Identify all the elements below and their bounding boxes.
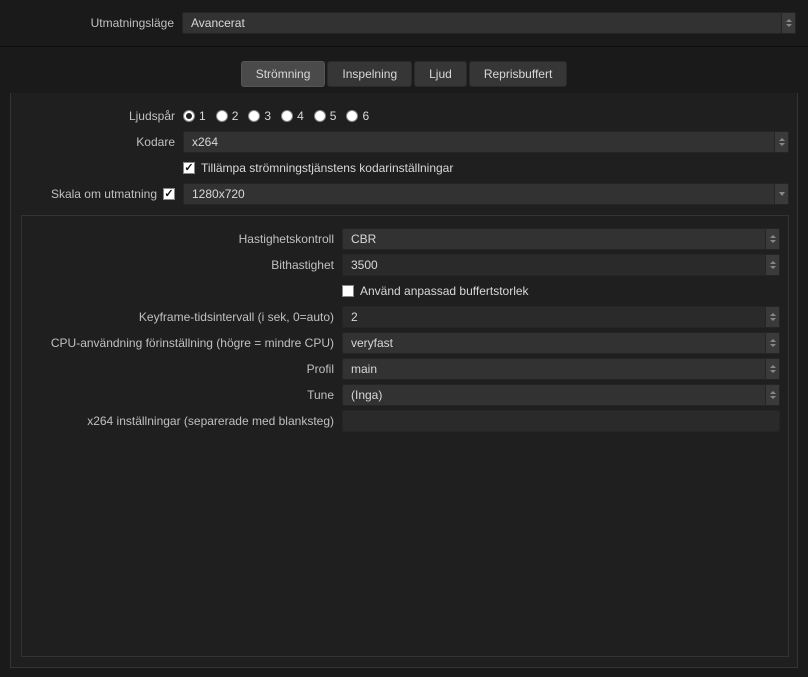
encoder-label: Kodare: [11, 135, 183, 149]
tab-recording[interactable]: Inspelning: [327, 61, 412, 87]
keyframe-input[interactable]: 2: [342, 306, 780, 328]
audio-track-5[interactable]: 5: [314, 109, 337, 123]
encoder-value: x264: [184, 135, 774, 149]
audio-track-2[interactable]: 2: [216, 109, 239, 123]
radio-icon: [248, 110, 260, 122]
rescale-select[interactable]: 1280x720: [183, 183, 789, 205]
audio-track-group: 1 2 3 4 5 6: [183, 109, 789, 123]
radio-label: 6: [362, 109, 369, 123]
chevron-down-icon[interactable]: [774, 184, 788, 204]
spinner-icon[interactable]: [765, 307, 779, 327]
spinner-icon[interactable]: [765, 333, 779, 353]
output-mode-bar: Utmatningsläge Avancerat: [0, 0, 808, 47]
enforce-encoder-settings[interactable]: Tillämpa strömningstjänstens kodarinstäl…: [183, 161, 789, 175]
keyframe-value: 2: [343, 310, 765, 324]
radio-label: 4: [297, 109, 304, 123]
output-mode-label: Utmatningsläge: [10, 16, 182, 30]
radio-label: 1: [199, 109, 206, 123]
cpu-preset-label: CPU-användning förinställning (högre = m…: [22, 336, 342, 350]
rescale-label: Skala om utmatning: [51, 187, 157, 201]
audio-track-1[interactable]: 1: [183, 109, 206, 123]
rate-control-select[interactable]: CBR: [342, 228, 780, 250]
spinner-icon[interactable]: [765, 229, 779, 249]
spinner-icon[interactable]: [765, 359, 779, 379]
enforce-encoder-label: Tillämpa strömningstjänstens kodarinstäl…: [201, 161, 453, 175]
radio-icon: [183, 110, 195, 122]
rate-control-value: CBR: [343, 232, 765, 246]
profile-select[interactable]: main: [342, 358, 780, 380]
cpu-preset-select[interactable]: veryfast: [342, 332, 780, 354]
bitrate-label: Bithastighet: [22, 258, 342, 272]
tune-select[interactable]: (Inga): [342, 384, 780, 406]
spinner-icon[interactable]: [774, 132, 788, 152]
encoder-settings-panel: Hastighetskontroll CBR Bithastighet 3500: [21, 215, 789, 657]
spinner-icon[interactable]: [765, 255, 779, 275]
spinner-icon[interactable]: [781, 13, 795, 33]
output-mode-value: Avancerat: [183, 16, 781, 30]
radio-label: 5: [330, 109, 337, 123]
profile-value: main: [343, 362, 765, 376]
bitrate-value: 3500: [343, 258, 765, 272]
x264-opts-input[interactable]: [342, 410, 780, 432]
checkbox-icon: [183, 162, 195, 174]
radio-icon: [216, 110, 228, 122]
rescale-value: 1280x720: [184, 187, 774, 201]
rescale-checkbox[interactable]: [163, 188, 175, 200]
streaming-panel: Ljudspår 1 2 3 4 5: [10, 93, 798, 668]
cpu-preset-value: veryfast: [343, 336, 765, 350]
tabs: Strömning Inspelning Ljud Reprisbuffert: [0, 61, 808, 87]
bitrate-input[interactable]: 3500: [342, 254, 780, 276]
custom-buffer-label: Använd anpassad buffertstorlek: [360, 284, 529, 298]
spinner-icon[interactable]: [765, 385, 779, 405]
radio-icon: [314, 110, 326, 122]
audio-track-3[interactable]: 3: [248, 109, 271, 123]
x264-opts-label: x264 inställningar (separerade med blank…: [22, 414, 342, 428]
encoder-select[interactable]: x264: [183, 131, 789, 153]
radio-label: 3: [264, 109, 271, 123]
profile-label: Profil: [22, 362, 342, 376]
checkbox-icon: [342, 285, 354, 297]
radio-label: 2: [232, 109, 239, 123]
audio-track-4[interactable]: 4: [281, 109, 304, 123]
tab-streaming[interactable]: Strömning: [241, 61, 326, 87]
tab-audio[interactable]: Ljud: [414, 61, 467, 87]
radio-icon: [281, 110, 293, 122]
tab-replay[interactable]: Reprisbuffert: [469, 61, 567, 87]
radio-icon: [346, 110, 358, 122]
audio-track-label: Ljudspår: [11, 109, 183, 123]
custom-buffer-checkbox[interactable]: Använd anpassad buffertstorlek: [342, 284, 780, 298]
tune-label: Tune: [22, 388, 342, 402]
keyframe-label: Keyframe-tidsintervall (i sek, 0=auto): [22, 310, 342, 324]
rate-control-label: Hastighetskontroll: [22, 232, 342, 246]
audio-track-6[interactable]: 6: [346, 109, 369, 123]
output-mode-select[interactable]: Avancerat: [182, 12, 796, 34]
tune-value: (Inga): [343, 388, 765, 402]
